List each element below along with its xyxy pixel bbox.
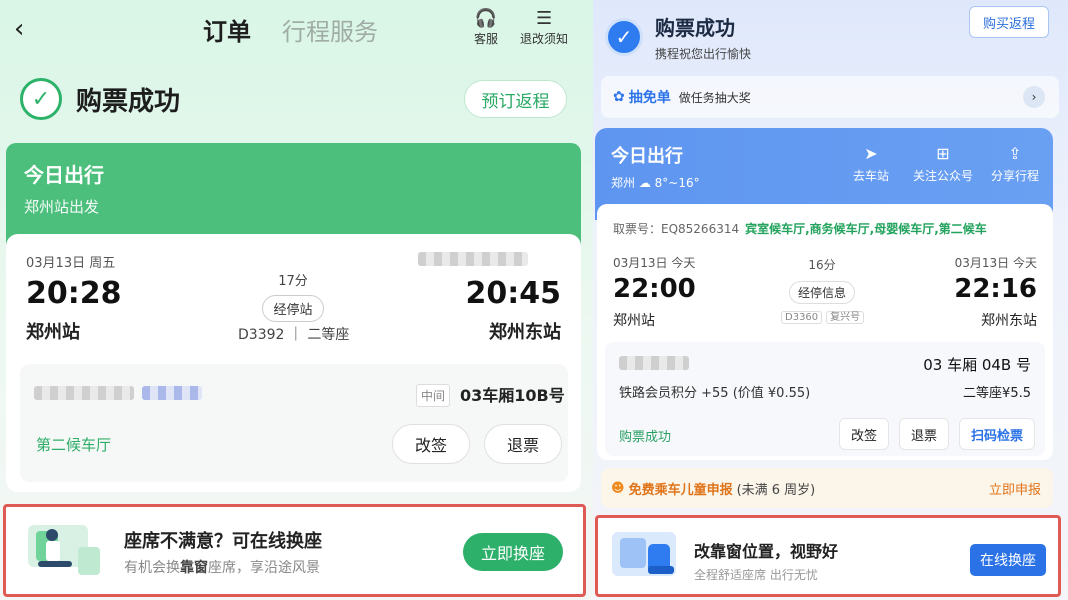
depart-date: 03月13日 今天	[613, 256, 696, 270]
chevron-right-icon[interactable]: ›	[1023, 86, 1045, 108]
seat-change-promo: 改靠窗位置，视野好 全程舒适座席 出行无忧 在线换座	[595, 515, 1061, 597]
purchase-success: ✓ 购票成功	[20, 78, 180, 120]
success-title: 购票成功	[76, 86, 181, 117]
navigation-icon: ➤	[864, 144, 878, 163]
change-ticket-button[interactable]: 改签	[839, 418, 889, 450]
arrive-time: 22:16	[954, 274, 1037, 304]
refund-notice-button[interactable]: ☰ 退改须知	[520, 8, 568, 47]
change-seat-button[interactable]: 立即换座	[463, 533, 563, 571]
seat-info: 中间 03车厢10B号 第二候车厅 改签 退票	[20, 364, 568, 482]
car-seat: 03车厢10B号	[460, 386, 565, 405]
train-info: D3360 复兴号	[777, 308, 865, 324]
child-title: 免费乘车儿童申报	[628, 482, 733, 498]
change-ticket-button[interactable]: 改签	[392, 424, 470, 464]
to-station[interactable]: 郑州东站	[981, 310, 1037, 330]
refund-button[interactable]: 退票	[484, 424, 562, 464]
customer-service-button[interactable]: 🎧 客服	[474, 8, 498, 47]
right-order-panel: ✓ 购票成功 携程祝您出行愉快 购买返程 ✿ 抽免单 做任务抽大奖 › 今日出行…	[593, 0, 1068, 600]
promo-title: 改靠窗位置，视野好	[694, 542, 839, 561]
arrive-time: 20:45	[465, 276, 562, 311]
today-title: 今日出行	[611, 146, 683, 167]
train-info: D3392 ｜ 二等座	[238, 327, 350, 343]
stop-info-button[interactable]: 经停信息	[788, 281, 855, 304]
share-icon: ⇪	[1008, 144, 1022, 163]
go-station-button[interactable]: ➤ 去车站	[853, 144, 889, 184]
promo-desc: 有机会换靠窗座席，享沿途风景	[124, 560, 320, 576]
waiting-halls: 宾室候车厅,商务候车厅,母婴候车厅,第二候车	[745, 222, 987, 236]
follow-account-button[interactable]: ⊞ 关注公众号	[913, 144, 973, 184]
train-type-badge[interactable]: 复兴号	[826, 311, 865, 324]
back-icon[interactable]: ‹	[14, 14, 24, 44]
top-nav: ‹ 订单 行程服务 🎧 客服 ☰ 退改须知	[0, 0, 593, 60]
online-change-seat-button[interactable]: 在线换座	[970, 544, 1046, 576]
weather: 郑州 ☁ 8°~16°	[611, 176, 700, 190]
trip-middle: 16分 经停信息	[767, 256, 877, 304]
duration: 16分	[808, 258, 836, 272]
duration: 17分	[278, 274, 308, 289]
seat-position: 中间	[416, 384, 451, 407]
tab-order[interactable]: 订单	[203, 12, 251, 47]
buy-return-button[interactable]: 购买返程	[969, 6, 1049, 38]
depart-time: 22:00	[613, 274, 696, 304]
stop-info-button[interactable]: 经停站	[262, 295, 324, 322]
book-return-button[interactable]: 预订返程	[464, 80, 567, 118]
depart-time: 20:28	[26, 276, 122, 311]
refund-button[interactable]: 退票	[899, 418, 949, 450]
trip-middle: 17分 经停站	[218, 270, 368, 322]
success-subtitle: 携程祝您出行愉快	[655, 47, 752, 61]
ticket-code: 取票号：EQ85266314 宾室候车厅,商务候车厅,母婴候车厅,第二候车	[613, 222, 987, 236]
child-declare-banner[interactable]: ☻ 免费乘车儿童申报 (未满 6 周岁) 立即申报	[601, 468, 1053, 508]
declare-link[interactable]: 立即申报	[989, 479, 1041, 498]
scan-ticket-button[interactable]: 扫码检票	[959, 418, 1035, 450]
trip-card: 取票号：EQ85266314 宾室候车厅,商务候车厅,母婴候车厅,第二候车 03月…	[597, 204, 1053, 460]
trip-date: 03月13日 周五	[26, 256, 116, 271]
purchase-success: ✓ 购票成功 携程祝您出行愉快	[605, 12, 751, 62]
car-seat: 03 车厢 04B 号	[923, 356, 1031, 374]
seat-info: 03 车厢 04B 号 铁路会员积分 +55 (价值 ¥0.55) 二等座¥5.…	[605, 342, 1045, 456]
success-text: 购票成功 携程祝您出行愉快	[655, 12, 751, 62]
waiting-hall: 第二候车厅	[36, 436, 112, 454]
notice-icon: ☰	[535, 8, 553, 29]
from-station[interactable]: 郑州站	[26, 318, 80, 344]
gift-icon: ✿	[613, 89, 625, 105]
share-trip-button[interactable]: ⇪ 分享行程	[991, 144, 1039, 184]
plus-square-icon: ⊞	[936, 144, 950, 163]
headset-icon: 🎧	[474, 8, 498, 29]
today-subtitle: 郑州站出发	[24, 198, 100, 216]
lottery-name: 抽免单	[628, 90, 671, 106]
tab-trip-service[interactable]: 行程服务	[282, 12, 378, 47]
child-note: (未满 6 周岁)	[736, 482, 816, 498]
check-icon: ✓	[20, 78, 62, 120]
left-order-panel: ‹ 订单 行程服务 🎧 客服 ☰ 退改须知 ✓ 购票成功 预订返程 今日出行 郑…	[0, 0, 593, 600]
check-icon: ✓	[605, 18, 643, 56]
arrive-date: 03月13日 今天	[954, 256, 1037, 270]
blurred-passenger	[619, 356, 689, 370]
success-title: 购票成功	[655, 16, 735, 40]
lottery-desc: 做任务抽大奖	[678, 90, 751, 105]
child-icon: ☻	[611, 480, 625, 496]
blurred-passenger	[34, 386, 134, 400]
member-points[interactable]: 铁路会员积分 +55 (价值 ¥0.55)	[619, 382, 810, 401]
today-travel-banner: 今日出行 郑州站出发	[6, 143, 581, 247]
today-title: 今日出行	[24, 163, 104, 187]
promo-desc: 全程舒适座席 出行无忧	[694, 568, 818, 582]
seat-illustration-icon	[28, 525, 100, 575]
from-station[interactable]: 郑州站	[613, 310, 655, 330]
seat-price: 二等座¥5.5	[963, 386, 1031, 401]
promo-title: 座席不满意？可在线换座	[124, 531, 322, 552]
seat-change-promo: 座席不满意？可在线换座 有机会换靠窗座席，享沿途风景 立即换座	[3, 504, 586, 597]
ticket-status: 购票成功	[619, 430, 672, 445]
lottery-banner[interactable]: ✿ 抽免单 做任务抽大奖 ›	[601, 76, 1059, 118]
to-station[interactable]: 郑州东站	[489, 318, 561, 344]
blurred-id	[142, 386, 202, 400]
blurred-info	[418, 252, 528, 266]
window-seat-illustration-icon	[612, 532, 676, 576]
trip-card: 03月13日 周五 20:28 20:45 17分 经停站 郑州站 郑州东站 D…	[6, 234, 581, 492]
